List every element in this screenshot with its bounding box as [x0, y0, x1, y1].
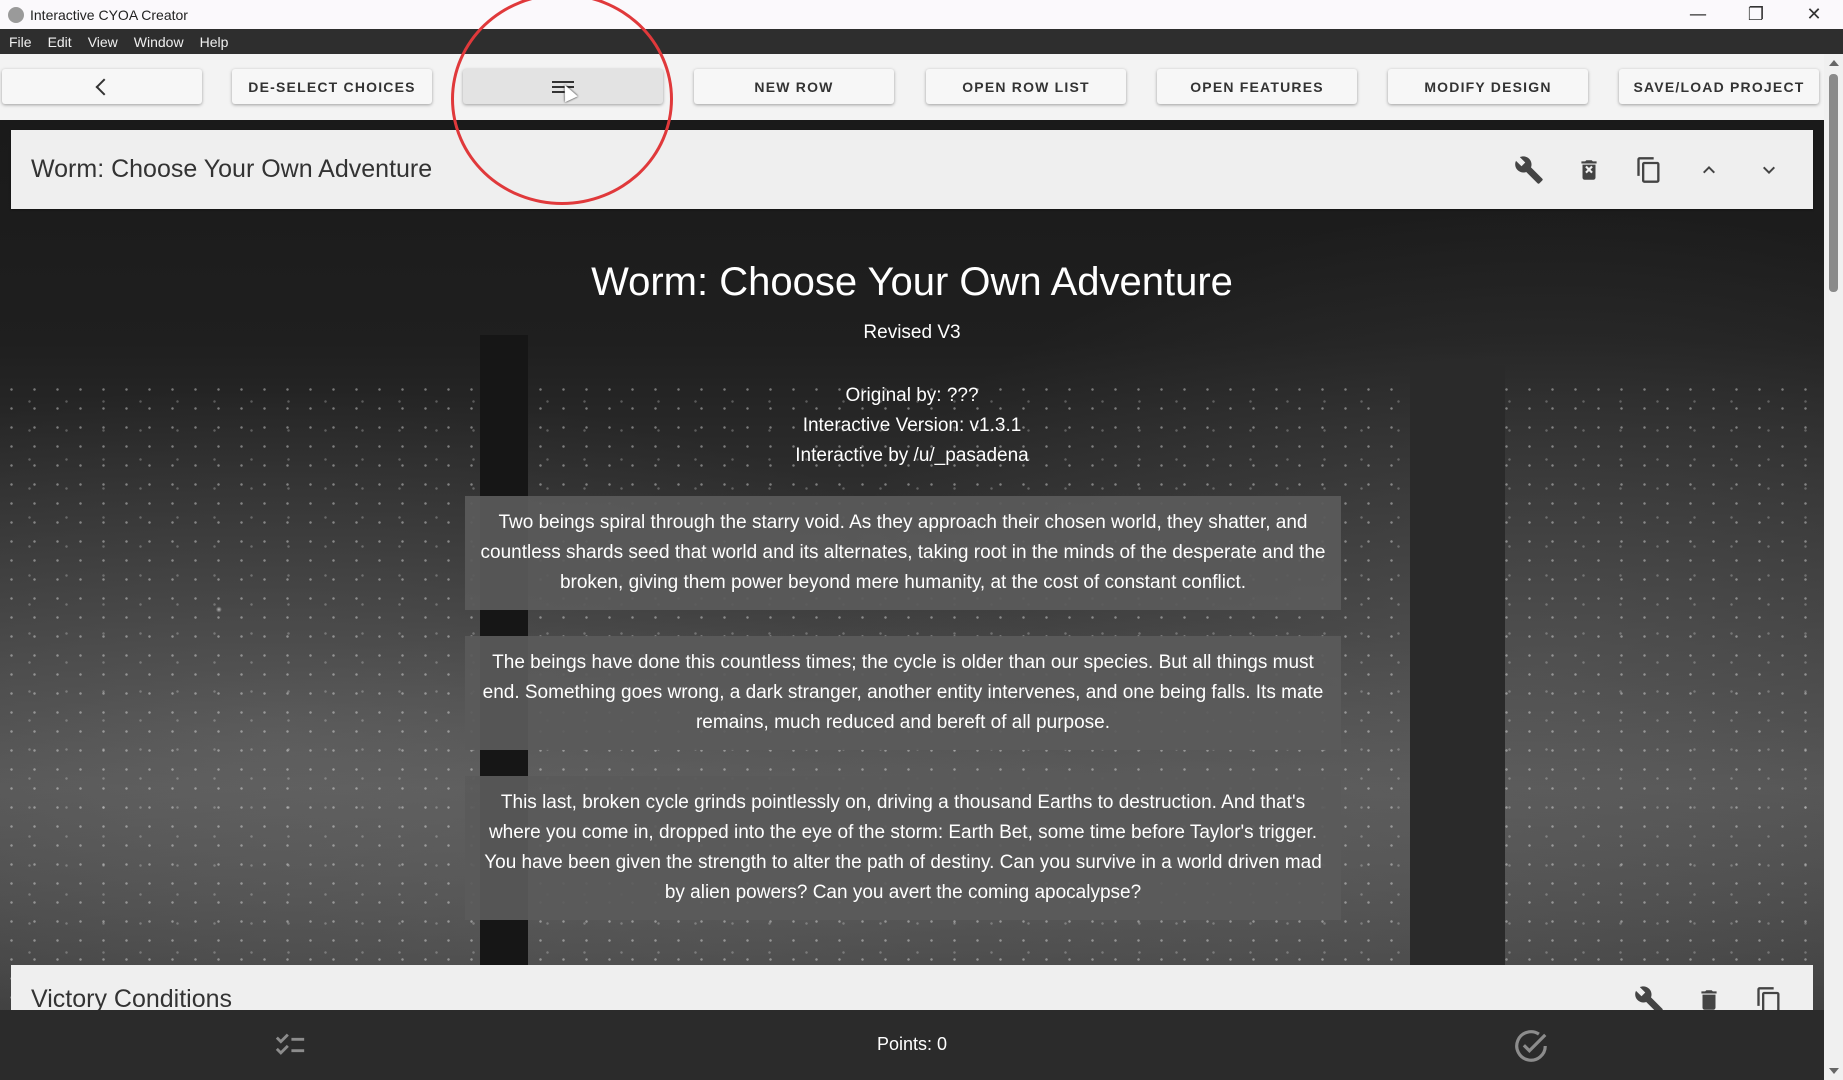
intro-paragraph: Two beings spiral through the starry voi… — [465, 496, 1341, 610]
delete-icon[interactable] — [1559, 150, 1619, 190]
menu-view[interactable]: View — [80, 34, 126, 50]
window-title-bar: Interactive CYOA Creator — ❐ ✕ — [0, 0, 1843, 30]
vertical-scrollbar[interactable] — [1824, 54, 1843, 1080]
delete-icon[interactable] — [1679, 980, 1739, 1010]
cyoa-canvas: Worm: Choose Your Own Adventure Worm: Ch… — [0, 120, 1824, 1010]
scroll-down-icon[interactable] — [1829, 1068, 1839, 1074]
menu-window[interactable]: Window — [126, 34, 192, 50]
close-button[interactable]: ✕ — [1785, 0, 1843, 29]
back-button[interactable] — [2, 69, 202, 104]
points-display: Points: 0 — [876, 1034, 948, 1054]
menu-file[interactable]: File — [0, 34, 40, 50]
restore-button[interactable]: ❐ — [1727, 0, 1785, 29]
new-row-button[interactable]: NEW ROW — [694, 69, 894, 104]
window-title: Interactive CYOA Creator — [30, 6, 188, 23]
menu-bar: File Edit View Window Help — [0, 29, 1843, 54]
credit-line: Original by: ??? — [845, 385, 979, 406]
intro-paragraph: The beings have done this countless time… — [465, 636, 1341, 750]
deselect-choices-button[interactable]: DE-SELECT CHOICES — [232, 69, 432, 104]
scroll-up-icon[interactable] — [1829, 60, 1839, 66]
row-tools — [1499, 130, 1799, 209]
minimize-button[interactable]: — — [1669, 0, 1727, 29]
scroll-thumb[interactable] — [1829, 74, 1838, 292]
toolbar: DE-SELECT CHOICES NEW ROW OPEN ROW LIST … — [0, 54, 1824, 120]
app-icon — [8, 6, 24, 23]
intro-paragraph: This last, broken cycle grinds pointless… — [465, 776, 1341, 920]
chevron-up-icon[interactable] — [1679, 150, 1739, 190]
cyoa-subtitle: Revised V3 — [863, 322, 961, 343]
paragraph-text: This last, broken cycle grinds pointless… — [484, 792, 1322, 903]
row-title: Worm: Choose Your Own Adventure — [31, 155, 433, 183]
menu-edit[interactable]: Edit — [40, 34, 80, 50]
row-header[interactable]: Worm: Choose Your Own Adventure — [11, 130, 1813, 209]
open-row-list-button[interactable]: OPEN ROW LIST — [926, 69, 1126, 104]
paragraph-text: Two beings spiral through the starry voi… — [480, 512, 1326, 593]
menu-help[interactable]: Help — [192, 34, 237, 50]
bottom-bar: Points: 0 — [0, 1010, 1824, 1080]
row-tools — [1619, 980, 1799, 1010]
credit-line: Interactive Version: v1.3.1 — [802, 415, 1022, 436]
copy-icon[interactable] — [1619, 150, 1679, 190]
copy-icon[interactable] — [1739, 980, 1799, 1010]
open-features-button[interactable]: OPEN FEATURES — [1157, 69, 1357, 104]
wrench-icon[interactable] — [1619, 980, 1679, 1010]
check-circle-icon[interactable] — [1512, 1027, 1550, 1070]
wrench-icon[interactable] — [1499, 150, 1559, 190]
credit-line: Interactive by /u/_pasadena — [795, 445, 1029, 466]
row-header[interactable]: Victory Conditions — [11, 965, 1813, 1010]
cyoa-title: Worm: Choose Your Own Adventure — [591, 260, 1233, 304]
save-load-project-button[interactable]: SAVE/LOAD PROJECT — [1619, 69, 1819, 104]
paragraph-text: The beings have done this countless time… — [482, 652, 1324, 733]
row-title: Victory Conditions — [31, 985, 233, 1010]
modify-design-button[interactable]: MODIFY DESIGN — [1388, 69, 1588, 104]
chevron-down-icon[interactable] — [1739, 150, 1799, 190]
chevron-left-icon — [95, 78, 113, 95]
window-controls: — ❐ ✕ — [1669, 0, 1843, 29]
